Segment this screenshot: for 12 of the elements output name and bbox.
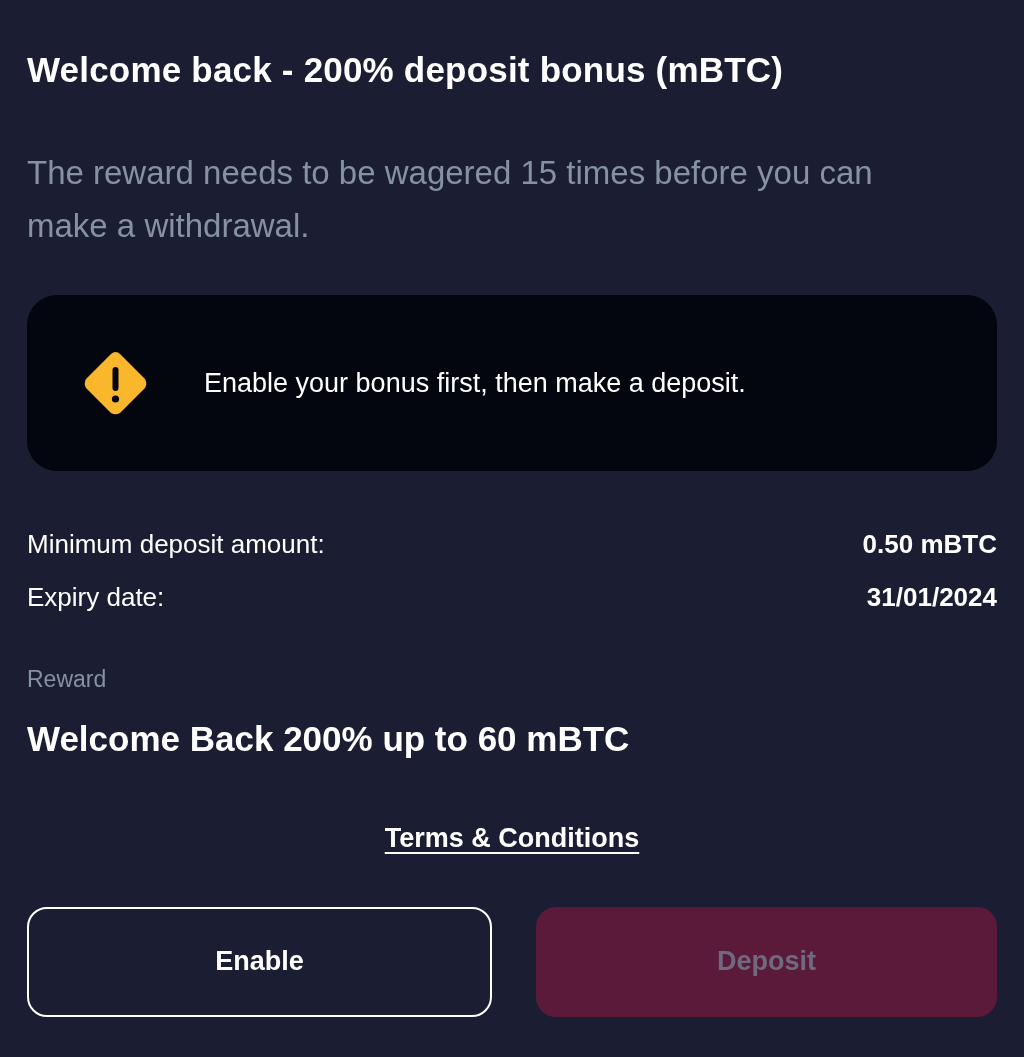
detail-value: 0.50 mBTC — [862, 527, 997, 561]
reward-label: Reward — [27, 665, 108, 694]
dialog-title: Welcome back - 200% deposit bonus (mBTC) — [27, 49, 785, 91]
terms-link[interactable]: Terms & Conditions — [384, 818, 640, 859]
enable-button[interactable]: Enable — [27, 906, 492, 1017]
warning-icon — [82, 349, 149, 417]
description-text: The reward needs to be wagered 15 times before you can make a withdrawal. — [27, 153, 874, 246]
detail-label: Minimum deposit amount: — [27, 527, 325, 561]
reward-value: Welcome Back 200% up to 60 mBTC — [27, 718, 631, 760]
detail-label: Expiry date: — [27, 580, 165, 614]
detail-value: 31/01/2024 — [866, 580, 997, 614]
notice-text: Enable your bonus first, then make a deposit. — [204, 366, 746, 400]
